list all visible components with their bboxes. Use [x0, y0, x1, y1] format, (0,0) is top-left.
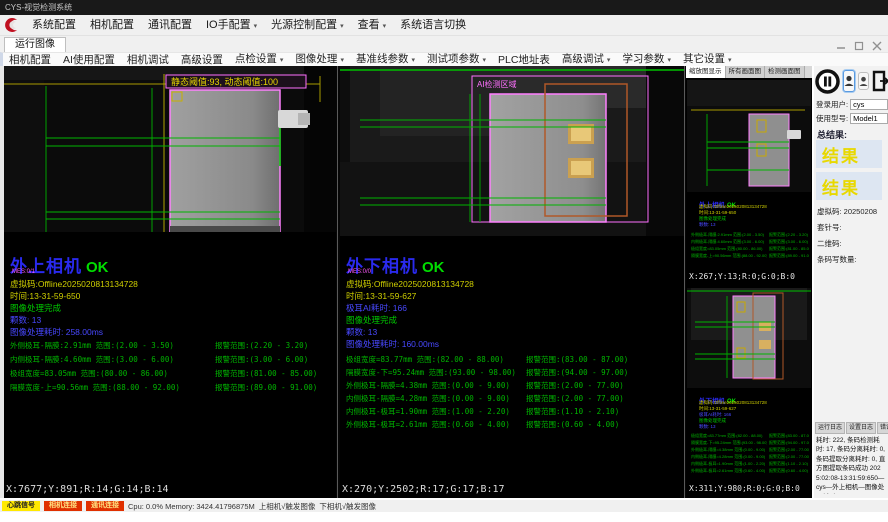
camera-image-upper[interactable]: 静态阈值:93, 动态阈值:100	[4, 66, 336, 232]
tool-ai-use-config[interactable]: AI使用配置	[57, 53, 121, 67]
ok-badge: OK	[86, 259, 109, 276]
tool-camera-config[interactable]: 相机配置	[3, 53, 57, 67]
operator-login-button[interactable]	[843, 70, 855, 92]
count-line: 颗数: 13	[10, 314, 41, 326]
mini-image-lower	[687, 288, 811, 388]
status-bar: 心跳信号 相机连接 通讯连接 Cpu: 0.0% Memory: 3424.41…	[0, 500, 888, 512]
model-input[interactable]	[850, 113, 888, 124]
log-output[interactable]: 耗时: 222, 条码检测耗时: 17, 条码分离耗时: 0, 条码提取分离耗时…	[816, 436, 886, 494]
menu-bar: 系统配置 相机配置 通讯配置 IO手配置 光源控制配置 查看 系统语言切换	[0, 15, 888, 36]
count-line: 颗数: 13	[346, 326, 377, 338]
mes-status: MES:0/0	[348, 269, 371, 275]
mini-image-upper	[687, 80, 811, 192]
camera-connect-badge: 相机连接	[44, 501, 82, 511]
tool-plc-address[interactable]: PLC地址表	[492, 53, 556, 67]
tab-strip: 运行图像	[0, 36, 888, 52]
pause-button[interactable]	[815, 69, 840, 94]
barcode-count-label: 条码写数量:	[817, 254, 857, 265]
upper-camera-trigger-status: 上相机√触发图像	[259, 501, 316, 512]
menu-language-switch[interactable]: 系统语言切换	[393, 15, 473, 36]
camera-panel-upper: 静态阈值:93, 动态阈值:100 外上相机OK MES:0/1 虚拟码:Off…	[4, 66, 336, 498]
heartbeat-badge: 心跳信号	[2, 501, 40, 511]
menu-comm-config[interactable]: 通讯配置	[141, 15, 199, 36]
ai-region-label: AI检测区域	[477, 79, 517, 89]
status-footer: 心跳信号 相机连接 通讯连接 Cpu: 0.0% Memory: 3424.41…	[0, 498, 888, 522]
tab-all-views[interactable]: 所有画面图	[726, 66, 766, 78]
barcode-line: 虚拟码:Offline2025020813134728	[346, 278, 474, 290]
main-area: 静态阈值:93, 动态阈值:100 外上相机OK MES:0/1 虚拟码:Off…	[0, 66, 888, 498]
tab-detect-views[interactable]: 检测画面图	[765, 66, 805, 78]
result-box-upper: 结果	[816, 140, 882, 168]
menu-light-config[interactable]: 光源控制配置	[264, 15, 351, 36]
mini-panel-upper[interactable]: 外上相机OK 虚拟码:Offline2025020813134728 时间:13…	[687, 80, 811, 284]
pixel-coords-readout: X:270;Y:2502;R:17;G:17;B:17	[342, 484, 505, 495]
app-logo-icon	[3, 16, 21, 34]
mini-panel-lower[interactable]: 外下相机OK 虚拟码:Offline2025020813134728 时间:13…	[687, 288, 811, 496]
user-switch-button[interactable]	[858, 72, 869, 90]
menu-camera-config[interactable]: 相机配置	[83, 15, 141, 36]
thumbnail-tabs: 缩放图显示 所有画面图 检测画面图	[686, 66, 812, 78]
tab-run-image[interactable]: 运行图像	[4, 37, 66, 52]
ai-elapsed-line: 极耳AI耗时: 166	[346, 302, 407, 314]
window-controls	[836, 38, 882, 48]
tool-camera-debug[interactable]: 相机调试	[121, 53, 175, 67]
mini-coords-upper: X:267;Y:13;R:0;G:0;B:0	[689, 272, 795, 281]
barcode-line: 虚拟码:Offline2025020813134728	[10, 278, 138, 290]
run-controls	[815, 67, 887, 95]
cpu-memory-readout: Cpu: 0.0% Memory: 3424.41796875M	[128, 502, 255, 511]
lower-camera-trigger-status: 下相机√触发图像	[319, 501, 376, 512]
login-user-label: 登录用户:	[816, 99, 848, 110]
toolbar: 相机配置 AI使用配置 相机调试 高级设置 点检设置 图像处理 基准线参数 测试…	[0, 52, 888, 66]
thumbnail-column: 缩放图显示 所有画面图 检测画面图	[686, 66, 812, 498]
result-box-lower: 结果	[816, 172, 882, 200]
right-sidebar: 登录用户: 使用型号: 总结果: 结果 结果 虚拟码: 20250208 套针号…	[814, 66, 888, 498]
maximize-icon[interactable]	[854, 38, 864, 48]
login-user-input[interactable]	[850, 99, 888, 110]
menu-view[interactable]: 查看	[351, 15, 394, 36]
comm-connect-badge: 通讯连接	[86, 501, 124, 511]
exit-button[interactable]	[872, 70, 888, 92]
panel-divider	[337, 66, 338, 498]
panel-divider	[684, 66, 685, 498]
process-done-line: 图像处理完成	[346, 314, 397, 326]
menu-io-config[interactable]: IO手配置	[199, 15, 264, 36]
virtual-code-label: 虚拟码: 20250208	[817, 206, 877, 217]
log-tab-run[interactable]: 运行日志	[815, 422, 845, 434]
process-done-line: 图像处理完成	[10, 302, 61, 314]
ok-badge: OK	[422, 259, 445, 276]
window-titlebar: CYS-视觉检测系统	[0, 0, 888, 15]
tab-zoom-view[interactable]: 缩放图显示	[686, 66, 726, 78]
model-label: 使用型号:	[816, 113, 848, 124]
elapsed-line: 图像处理耗时: 160.00ms	[346, 338, 439, 350]
time-line: 时间:13-31-59-650	[10, 290, 80, 302]
log-tabs: 运行日志 设置日志 错误日志	[815, 422, 887, 434]
close-icon[interactable]	[872, 38, 882, 48]
mini-coords-lower: X:311;Y:980;R:0;G:0;B:0	[689, 484, 800, 493]
window-title: CYS-视觉检测系统	[5, 3, 72, 12]
time-line: 时间:13-31-59-627	[346, 290, 416, 302]
menu-system-config[interactable]: 系统配置	[25, 15, 83, 36]
qrcode-label: 二维码:	[817, 238, 842, 249]
minimize-icon[interactable]	[836, 38, 846, 48]
mes-status: MES:0/1	[12, 269, 35, 275]
pixel-coords-readout: X:7677;Y:891;R:14;G:14;B:14	[6, 484, 169, 495]
log-tab-error[interactable]: 错误日志	[877, 422, 888, 434]
needle-number-label: 套针号:	[817, 222, 842, 233]
camera-image-lower[interactable]: AI检测区域	[340, 66, 684, 236]
log-tab-settings[interactable]: 设置日志	[846, 422, 876, 434]
threshold-overlay-text: 静态阈值:93, 动态阈值:100	[171, 76, 278, 87]
camera-panel-lower: AI检测区域 外下相机OK MES:0/0 虚拟码:Offline2025020…	[340, 66, 684, 498]
tool-advanced-settings[interactable]: 高级设置	[175, 53, 229, 67]
elapsed-line: 图像处理耗时: 258.00ms	[10, 326, 103, 338]
